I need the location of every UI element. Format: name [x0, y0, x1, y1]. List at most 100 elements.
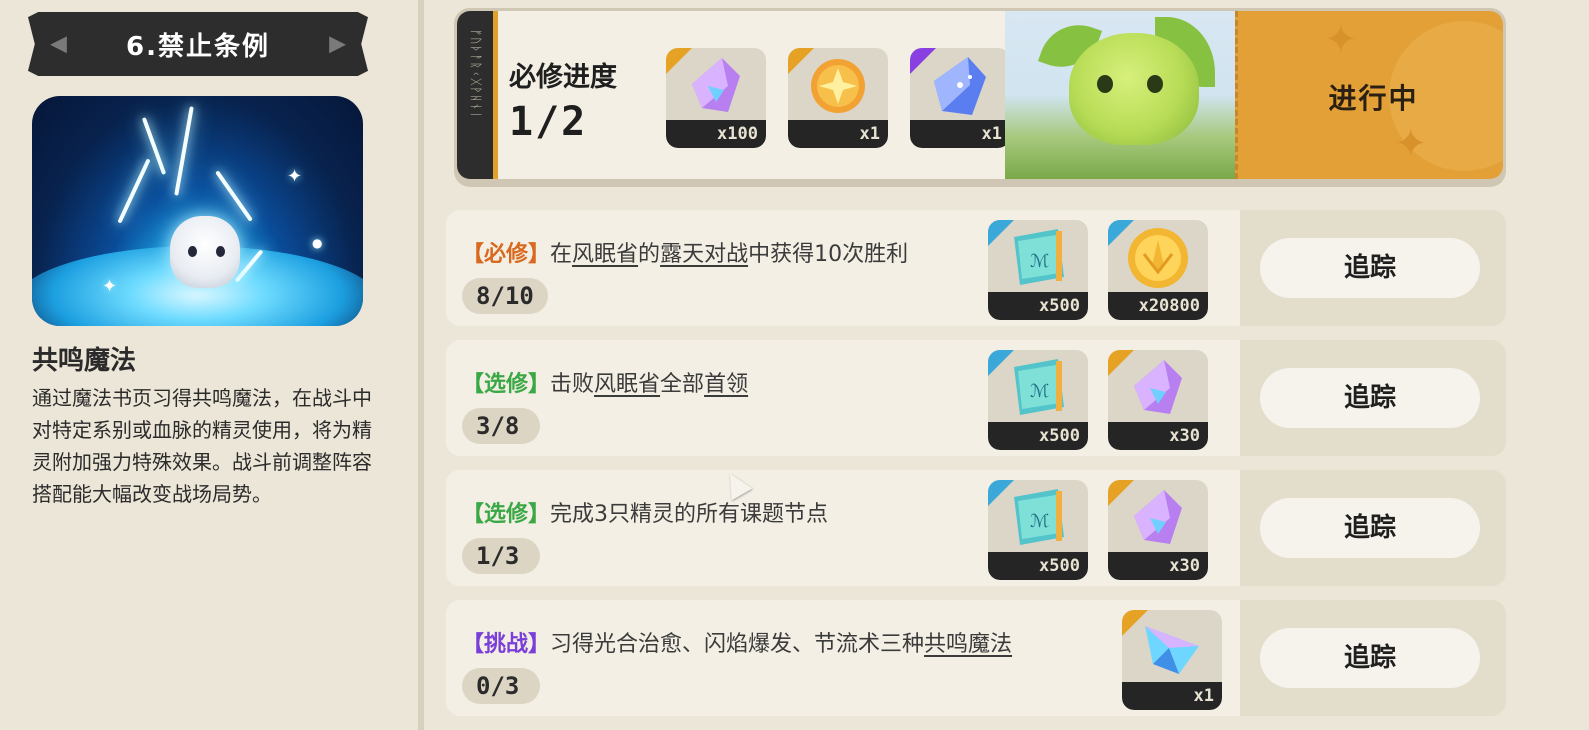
track-button[interactable]: 追踪 [1260, 368, 1480, 428]
chapter-title: 6.禁止条例 [126, 31, 270, 62]
green-mascot [1069, 33, 1199, 145]
quest-description: 【必修】在风眠省的露天对战中获得10次胜利 [462, 236, 908, 268]
quest-text: 完成3只精灵的所有课题节点 [550, 502, 829, 527]
status-box: ✦ ✦ 进行中 [1235, 11, 1503, 179]
reward-qty: x30 [1108, 552, 1208, 580]
prism-crystal-icon [1139, 618, 1205, 682]
quest-link[interactable]: 风眠省 [594, 372, 660, 397]
status-label: 进行中 [1328, 82, 1419, 115]
track-button[interactable]: 追踪 [1260, 238, 1480, 298]
skill-description: 通过魔法书页习得共鸣魔法，在战斗中对特定系别或血脉的精灵使用，将为精灵附加强力特… [32, 386, 372, 506]
svg-text:ℳ: ℳ [1030, 251, 1049, 272]
reward-slot[interactable]: x1 [910, 48, 1010, 148]
quest-text: 的 [638, 242, 661, 267]
quest-row: 【挑战】习得光合治愈、闪焰爆发、节流术三种共鸣魔法 0/3 x1 追踪 [446, 600, 1506, 716]
quest-description: 【选修】完成3只精灵的所有课题节点 [462, 496, 828, 528]
track-button[interactable]: 追踪 [1260, 498, 1480, 558]
purple-crystal-icon [1130, 358, 1186, 422]
purple-crystal-icon [688, 56, 744, 120]
star-decoration-icon: ✦ [1394, 121, 1428, 167]
reward-qty: x1 [910, 120, 1010, 148]
quest-description: 【挑战】习得光合治愈、闪焰爆发、节流术三种共鸣魔法 [462, 626, 1012, 658]
star-decoration-icon: ✦ [1324, 17, 1358, 63]
reward-slot[interactable]: x100 [666, 48, 766, 148]
quest-row: 【必修】在风眠省的露天对战中获得10次胜利 8/10 ℳ x500 x20800… [446, 210, 1506, 326]
quest-link[interactable]: 露天对战 [660, 242, 748, 267]
reward-qty: x500 [988, 292, 1088, 320]
quest-link[interactable]: 共鸣魔法 [924, 632, 1012, 657]
gold-star-orb-icon [808, 56, 868, 120]
quest-text: 全部 [660, 372, 705, 397]
svg-text:ℳ: ℳ [1030, 381, 1049, 402]
rune-strip: ᚠᚢᚦᚨᚱᚲᚷᚹᚺᚾᛁ [457, 11, 493, 179]
track-zone: 追踪 [1240, 340, 1506, 456]
panel-divider [418, 0, 424, 730]
svg-text:ℳ: ℳ [1030, 511, 1049, 532]
left-panel: ◀ 6.禁止条例 ▶ ✦ ✦ ● 共鸣魔法 通过魔法书页习得共鸣魔法，在战斗中对… [0, 0, 418, 730]
progress-value: 1/2 [509, 99, 588, 145]
track-zone: 追踪 [1240, 470, 1506, 586]
quest-row: 【选修】完成3只精灵的所有课题节点 1/3 ℳ x500 x30 追踪 [446, 470, 1506, 586]
mascot-eye [1147, 75, 1163, 93]
quest-tag: 【必修】 [462, 242, 551, 267]
reward-slot[interactable]: ℳ x500 [988, 480, 1088, 580]
reward-slot[interactable]: ℳ x500 [988, 220, 1088, 320]
prev-chapter-icon[interactable]: ◀ [50, 32, 67, 57]
quest-tag: 【选修】 [462, 372, 551, 397]
quest-description: 【选修】击败风眠省全部首领 [462, 366, 748, 398]
magic-book-icon: ℳ [1006, 487, 1070, 553]
progress-label: 必修进度 [509, 62, 617, 93]
lightning-bolt [215, 170, 253, 222]
reward-qty: x100 [666, 120, 766, 148]
sparkle-icon: ✦ [102, 276, 118, 297]
reward-slot[interactable]: x1 [788, 48, 888, 148]
reward-slot[interactable]: x20800 [1108, 220, 1208, 320]
next-chapter-icon[interactable]: ▶ [329, 32, 346, 57]
electric-creature [170, 216, 240, 288]
sparkle-icon: ● [312, 236, 323, 250]
reward-slot[interactable]: x1 [1122, 610, 1222, 710]
purple-crystal-icon [1130, 488, 1186, 552]
reward-qty: x500 [988, 552, 1088, 580]
lightning-bolt [117, 158, 151, 224]
quest-row: 【选修】击败风眠省全部首领 3/8 ℳ x500 x30 追踪 [446, 340, 1506, 456]
quest-link[interactable]: 首领 [704, 372, 748, 397]
reward-qty: x20800 [1108, 292, 1208, 320]
reward-qty: x1 [788, 120, 888, 148]
reward-slot[interactable]: ℳ x500 [988, 350, 1088, 450]
track-zone: 追踪 [1240, 210, 1506, 326]
track-button[interactable]: 追踪 [1260, 628, 1480, 688]
quest-count: 0/3 [462, 668, 540, 704]
quest-text: 在 [550, 242, 573, 267]
quest-count: 3/8 [462, 408, 540, 444]
reward-qty: x500 [988, 422, 1088, 450]
quest-text: 中获得10次胜利 [748, 242, 909, 267]
quest-count: 8/10 [462, 278, 548, 314]
required-progress-card: ᚠᚢᚦᚨᚱᚲᚷᚹᚺᚾᛁ 必修进度 1/2 x100 x1 x1 ✦ ✦ 进行中 [454, 8, 1506, 182]
quest-count: 1/3 [462, 538, 540, 574]
quest-link[interactable]: 风眠省 [572, 242, 638, 267]
gold-coin-icon [1126, 226, 1190, 294]
skill-illustration: ✦ ✦ ● [32, 96, 363, 326]
quest-text: 击败 [550, 372, 595, 397]
magic-book-icon: ℳ [1006, 357, 1070, 423]
reward-qty: x1 [1122, 682, 1222, 710]
quest-text: 习得光合治愈、闪焰爆发、节流术三种 [550, 632, 925, 657]
creature-eye [188, 246, 197, 257]
gold-accent-line [493, 11, 498, 179]
magic-book-icon: ℳ [1006, 227, 1070, 293]
quest-tag: 【选修】 [462, 502, 551, 527]
reward-slot[interactable]: x30 [1108, 480, 1208, 580]
skill-title: 共鸣魔法 [32, 346, 137, 376]
mascot-eye [1097, 75, 1113, 93]
blue-gem-icon [932, 55, 988, 121]
quest-tag: 【挑战】 [462, 632, 551, 657]
mascot-illustration [1005, 11, 1235, 179]
track-zone: 追踪 [1240, 600, 1506, 716]
reward-qty: x30 [1108, 422, 1208, 450]
creature-eye [216, 246, 225, 257]
lightning-bolt [174, 106, 194, 196]
reward-slot[interactable]: x30 [1108, 350, 1208, 450]
sparkle-icon: ✦ [287, 166, 303, 187]
rune-decoration: ᚠᚢᚦᚨᚱᚲᚷᚹᚺᚾᛁ [469, 29, 483, 120]
